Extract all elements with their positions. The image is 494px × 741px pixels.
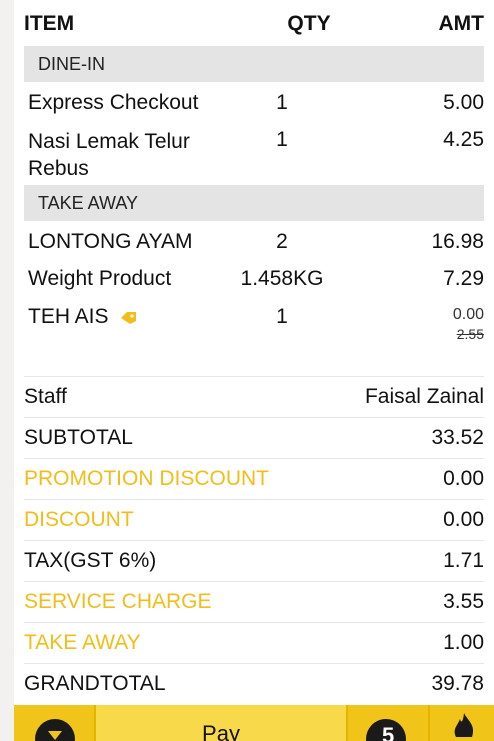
order-item-row[interactable]: TEH AIS 1 0.00 2.55 — [28, 305, 484, 343]
flame-icon — [450, 713, 478, 741]
item-name: TEH AIS — [28, 305, 109, 328]
price-tag-icon — [120, 307, 138, 324]
item-amt-block: 0.00 2.55 — [404, 305, 484, 343]
bottom-action-bar: Pay 5 — [14, 705, 494, 741]
item-name-wrap: TEH AIS — [28, 305, 252, 343]
summary-grandtotal: GRANDTOTAL 39.78 — [24, 663, 484, 704]
promotion-discount-label: PROMOTION DISCOUNT — [24, 467, 269, 490]
pay-label: Pay — [202, 721, 240, 741]
item-amt: 7.29 — [443, 267, 484, 290]
flame-button[interactable] — [428, 705, 494, 741]
summary-promotion-discount[interactable]: PROMOTION DISCOUNT 0.00 — [24, 458, 484, 499]
section-title: DINE-IN — [38, 53, 105, 74]
staff-label: Staff — [24, 385, 67, 408]
take-away-label: TAKE AWAY — [24, 631, 141, 654]
item-qty: 1 — [276, 91, 288, 114]
summary-service-charge[interactable]: SERVICE CHARGE 3.55 — [24, 581, 484, 622]
item-amt: 5.00 — [443, 91, 484, 114]
summary-tax: TAX(GST 6%) 1.71 — [24, 540, 484, 581]
item-count-button[interactable]: 5 — [346, 705, 428, 741]
service-charge-value: 3.55 — [443, 590, 484, 613]
discount-label: DISCOUNT — [24, 508, 134, 531]
summary-take-away[interactable]: TAKE AWAY 1.00 — [24, 622, 484, 663]
collapse-button[interactable] — [14, 705, 96, 741]
item-qty: 1 — [276, 128, 288, 151]
grandtotal-label: GRANDTOTAL — [24, 672, 166, 695]
section-dine-in: DINE-IN — [24, 46, 484, 82]
promotion-discount-value: 0.00 — [443, 467, 484, 490]
item-name: Weight Product — [28, 267, 172, 290]
item-amt: 4.25 — [443, 128, 484, 151]
order-item-row[interactable]: LONTONG AYAM 2 16.98 — [28, 230, 484, 254]
subtotal-value: 33.52 — [431, 426, 484, 449]
grandtotal-value: 39.78 — [431, 672, 484, 695]
item-amt: 16.98 — [431, 230, 484, 253]
service-charge-label: SERVICE CHARGE — [24, 590, 212, 613]
item-qty: 1.458KG — [240, 267, 324, 290]
item-name: Nasi Lemak Telur Rebus — [28, 130, 190, 180]
item-qty: 1 — [276, 305, 288, 328]
item-name: LONTONG AYAM — [28, 230, 193, 253]
staff-value: Faisal Zainal — [364, 385, 484, 408]
item-qty: 2 — [276, 230, 288, 253]
pay-button[interactable]: Pay — [96, 705, 346, 741]
item-original-amt: 2.55 — [456, 326, 484, 342]
tax-label: TAX(GST 6%) — [24, 549, 157, 572]
take-away-value: 1.00 — [443, 631, 484, 654]
header-amt: AMT — [438, 12, 485, 35]
order-item-row[interactable]: Weight Product 1.458KG 7.29 — [28, 267, 484, 291]
item-amt: 0.00 — [452, 306, 484, 323]
section-title: TAKE AWAY — [38, 192, 139, 213]
discount-value: 0.00 — [443, 508, 484, 531]
order-item-row[interactable]: Express Checkout 1 5.00 — [28, 91, 484, 115]
header-qty: QTY — [287, 12, 331, 35]
column-header: ITEM QTY AMT — [24, 6, 484, 42]
header-item: ITEM — [24, 12, 75, 35]
section-take-away: TAKE AWAY — [24, 185, 484, 221]
count-value: 5 — [382, 723, 395, 741]
order-item-row[interactable]: Nasi Lemak Telur Rebus 1 4.25 — [28, 128, 484, 182]
tax-value: 1.71 — [443, 549, 484, 572]
summary-discount[interactable]: DISCOUNT 0.00 — [24, 499, 484, 540]
item-name: Express Checkout — [28, 91, 199, 114]
summary-subtotal: SUBTOTAL 33.52 — [24, 417, 484, 458]
subtotal-label: SUBTOTAL — [24, 426, 133, 449]
chevron-down-circle-icon — [35, 719, 75, 741]
summary-staff: Staff Faisal Zainal — [24, 376, 484, 417]
